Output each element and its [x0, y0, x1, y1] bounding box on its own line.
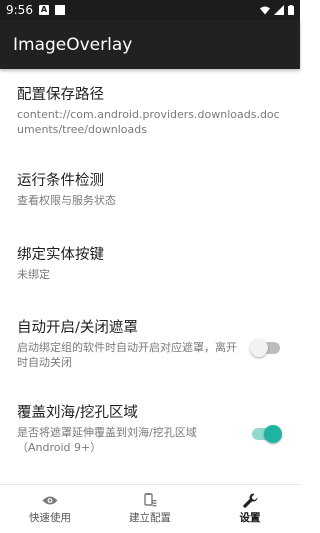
wifi-icon [260, 6, 270, 15]
settings-list: 配置保存路径 content://com.android.providers.d… [0, 69, 300, 484]
setting-auto-toggle-title: 自动开启/关闭遮罩 [17, 320, 138, 336]
nav-create-config-label: 建立配置 [129, 512, 171, 524]
setting-cover-notch-subtitle: 是否将遮罩延伸覆盖到刘海/挖孔区域（Android 9+） [17, 426, 197, 454]
setting-runtime-check-subtitle: 查看权限与服务状态 [17, 194, 116, 207]
signal-icon [274, 5, 284, 15]
setting-save-path-title: 配置保存路径 [17, 87, 104, 103]
setting-save-path[interactable]: 配置保存路径 content://com.android.providers.d… [0, 85, 300, 137]
a-badge-icon: A [38, 5, 49, 15]
app-bar: ImageOverlay [0, 20, 300, 69]
battery-icon [288, 5, 294, 15]
bottom-navigation: 快速使用 建立配置 设置 [0, 484, 300, 533]
cover-notch-switch-thumb [264, 425, 282, 443]
setting-bind-key[interactable]: 绑定实体按键 未绑定 [0, 245, 300, 282]
setting-auto-toggle-subtitle: 启动绑定组的软件时自动开启对应遮罩，离开时自动关闭 [17, 341, 237, 369]
setting-bind-key-subtitle: 未绑定 [17, 268, 50, 281]
auto-toggle-switch-thumb [250, 339, 268, 357]
nav-quick-use-label: 快速使用 [29, 512, 71, 524]
wrench-icon [242, 493, 258, 508]
setting-cover-notch[interactable]: 覆盖刘海/挖孔区域 是否将遮罩延伸覆盖到刘海/挖孔区域（Android 9+） [0, 403, 300, 455]
nav-settings[interactable]: 设置 [200, 485, 300, 533]
setting-runtime-check-title: 运行条件检测 [17, 173, 104, 189]
setting-bind-key-title: 绑定实体按键 [17, 247, 104, 263]
app-title: ImageOverlay [13, 34, 133, 55]
status-bar: 9:56 A [0, 0, 300, 20]
eye-icon [42, 493, 58, 507]
nav-create-config[interactable]: 建立配置 [100, 485, 200, 533]
setting-auto-toggle[interactable]: 自动开启/关闭遮罩 启动绑定组的软件时自动开启对应遮罩，离开时自动关闭 [0, 318, 300, 370]
setting-runtime-check[interactable]: 运行条件检测 查看权限与服务状态 [0, 171, 300, 208]
auto-toggle-switch[interactable] [250, 339, 280, 357]
square-notification-icon [54, 5, 65, 15]
status-time: 9:56 [6, 3, 33, 17]
setting-cover-notch-title: 覆盖刘海/挖孔区域 [17, 405, 138, 421]
config-icon [143, 493, 157, 507]
nav-quick-use[interactable]: 快速使用 [0, 485, 100, 533]
setting-save-path-value: content://com.android.providers.download… [17, 108, 280, 136]
nav-settings-label: 设置 [239, 512, 261, 524]
cover-notch-switch[interactable] [252, 425, 282, 443]
